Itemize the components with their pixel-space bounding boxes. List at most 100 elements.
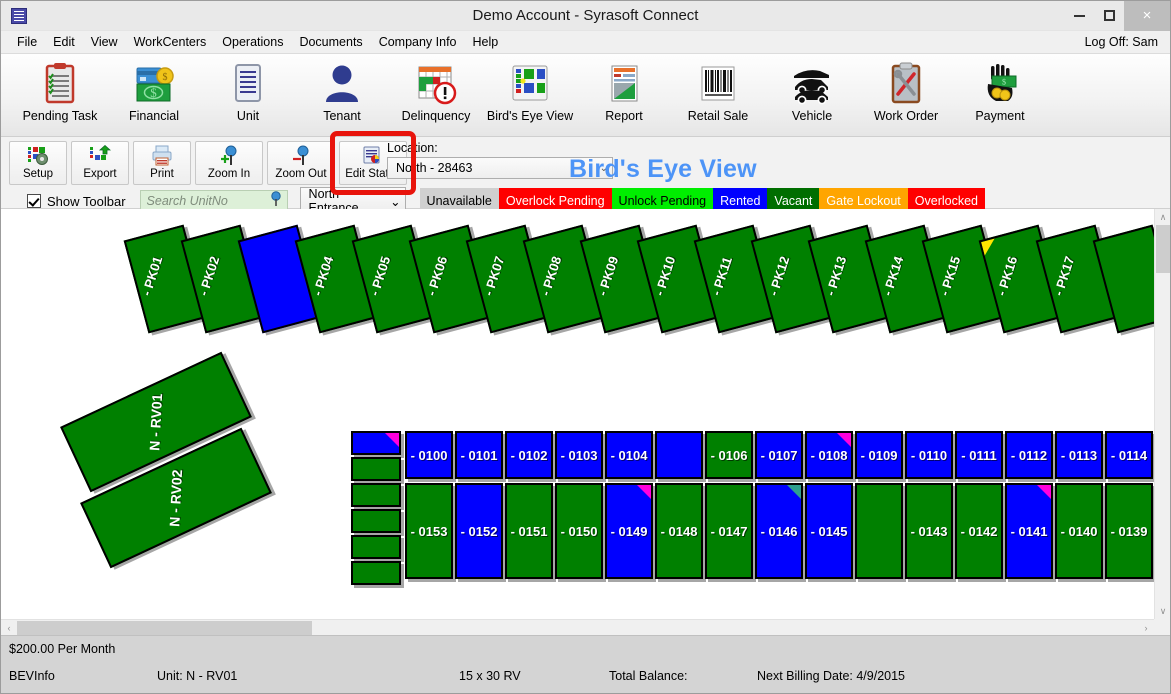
ribbon-button-unit[interactable]: Unit <box>201 54 295 134</box>
grid-unit[interactable] <box>655 431 703 479</box>
unit-label: - 0142 <box>960 523 998 539</box>
bev-map-canvas[interactable]: - PK01 - PK02 - PK04 - PK05 - PK06 - PK07 - PK… <box>1 209 1154 619</box>
grid-unit[interactable]: - 0150 <box>555 483 603 579</box>
grid-unit[interactable]: - 0113 <box>1055 431 1103 479</box>
setup-button[interactable]: Setup <box>9 141 67 185</box>
menu-item-company-info[interactable]: Company Info <box>371 33 465 51</box>
zoom-out-button[interactable]: Zoom Out <box>267 141 335 185</box>
status-bev-info: BEVInfo <box>9 669 55 683</box>
ribbon-button-report[interactable]: Report <box>577 54 671 134</box>
print-label: Print <box>150 168 174 180</box>
menu-item-edit[interactable]: Edit <box>45 33 83 51</box>
scroll-left-button[interactable]: ‹ <box>1 620 17 635</box>
ribbon-button-delinquency[interactable]: Delinquency <box>389 54 483 134</box>
maximize-button[interactable] <box>1094 1 1124 31</box>
grid-unit[interactable]: - 0148 <box>655 483 703 579</box>
grid-unit[interactable]: - 0149 <box>605 483 653 579</box>
grid-unit[interactable]: - 0102 <box>505 431 553 479</box>
grid-unit[interactable]: - 0145 <box>805 483 853 579</box>
grid-unit[interactable]: - 0143 <box>905 483 953 579</box>
grid-unit[interactable]: - 0151 <box>505 483 553 579</box>
grid-unit[interactable]: - 0103 <box>555 431 603 479</box>
unit-label: - 0143 <box>910 523 948 539</box>
lined-document-icon <box>226 62 270 106</box>
grid-unit[interactable]: - 0147 <box>705 483 753 579</box>
export-button[interactable]: Export <box>71 141 129 185</box>
small-unit[interactable] <box>351 535 401 559</box>
app-icon <box>11 7 27 24</box>
grid-unit[interactable]: - 0106 <box>705 431 753 479</box>
horizontal-scrollbar[interactable]: ‹ › <box>1 619 1154 635</box>
unit-label: - 0101 <box>460 447 498 463</box>
print-button[interactable]: Print <box>133 141 191 185</box>
export-label: Export <box>83 168 117 180</box>
vertical-scrollbar[interactable]: ∧ ∨ <box>1154 209 1170 619</box>
grid-unit[interactable]: - 0110 <box>905 431 953 479</box>
grid-unit[interactable]: - 0104 <box>605 431 653 479</box>
ribbon-button-retail-sale[interactable]: Retail Sale <box>671 54 765 134</box>
menu-item-file[interactable]: File <box>9 33 45 51</box>
clipboard-checklist-icon <box>38 62 82 106</box>
barcode-icon <box>696 62 740 106</box>
ribbon-button-pending-task[interactable]: Pending Task <box>13 54 107 134</box>
zoom-in-button[interactable]: Zoom In <box>195 141 263 185</box>
menu-item-workcenters[interactable]: WorkCenters <box>126 33 215 51</box>
unit-label: - PK16 <box>993 254 1021 298</box>
vertical-scroll-thumb[interactable] <box>1156 225 1170 273</box>
grid-unit[interactable]: - 0142 <box>955 483 1003 579</box>
unit-marker-magenta-icon <box>385 433 399 447</box>
scroll-up-button[interactable]: ∧ <box>1155 209 1170 225</box>
small-unit[interactable] <box>351 457 401 481</box>
scroll-right-button[interactable]: › <box>1138 620 1154 635</box>
show-toolbar-checkbox[interactable]: Show Toolbar <box>27 194 126 209</box>
site-map-icon <box>508 62 552 106</box>
menu-item-documents[interactable]: Documents <box>291 33 370 51</box>
ribbon-label: Bird's Eye View <box>486 109 574 123</box>
main-ribbon: Pending Task $ $ Financial Unit Tenant D… <box>1 54 1170 137</box>
menu-item-view[interactable]: View <box>83 33 126 51</box>
ribbon-button-vehicle[interactable]: Vehicle <box>765 54 859 134</box>
grid-unit[interactable]: - 0152 <box>455 483 503 579</box>
vehicle-icon <box>790 62 834 106</box>
unit-label: - 0103 <box>560 447 598 463</box>
unit-label: - 0102 <box>510 447 548 463</box>
ribbon-button-payment[interactable]: $ Payment <box>953 54 1047 134</box>
location-label: Location: <box>387 141 438 155</box>
unit-label: - 0140 <box>1060 523 1098 539</box>
ribbon-button-birds-eye-view[interactable]: Bird's Eye View <box>483 54 577 134</box>
zoom-in-label: Zoom In <box>207 168 251 180</box>
grid-unit[interactable]: - 0112 <box>1005 431 1053 479</box>
small-unit[interactable] <box>351 509 401 533</box>
application-window: Demo Account - Syrasoft Connect × File E… <box>0 0 1171 694</box>
grid-unit[interactable]: - 0141 <box>1005 483 1053 579</box>
grid-unit[interactable] <box>855 483 903 579</box>
unit-label: N - RV01 <box>146 392 166 452</box>
grid-unit[interactable]: - 0100 <box>405 431 453 479</box>
grid-unit[interactable]: - 0139 <box>1105 483 1153 579</box>
ribbon-button-financial[interactable]: $ $ Financial <box>107 54 201 134</box>
status-next-billing: Next Billing Date: 4/9/2015 <box>757 669 906 683</box>
grid-unit[interactable]: - 0146 <box>755 483 803 579</box>
unit-label: - PK17 <box>1050 254 1078 298</box>
grid-unit[interactable]: - 0108 <box>805 431 853 479</box>
grid-unit[interactable]: - 0101 <box>455 431 503 479</box>
grid-unit[interactable]: - 0153 <box>405 483 453 579</box>
grid-unit[interactable]: - 0140 <box>1055 483 1103 579</box>
menu-item-operations[interactable]: Operations <box>214 33 291 51</box>
close-button[interactable]: × <box>1124 0 1170 31</box>
small-unit[interactable] <box>351 561 401 585</box>
ribbon-button-tenant[interactable]: Tenant <box>295 54 389 134</box>
log-off-label[interactable]: Log Off: Sam <box>1085 35 1158 49</box>
grid-unit[interactable]: - 0109 <box>855 431 903 479</box>
grid-unit[interactable]: - 0111 <box>955 431 1003 479</box>
grid-unit[interactable]: - 0114 <box>1105 431 1153 479</box>
small-unit[interactable] <box>351 483 401 507</box>
grid-unit[interactable]: - 0107 <box>755 431 803 479</box>
checkbox-checked-icon <box>27 194 41 208</box>
scroll-down-button[interactable]: ∨ <box>1155 603 1170 619</box>
ribbon-button-work-order[interactable]: Work Order <box>859 54 953 134</box>
menu-item-help[interactable]: Help <box>465 33 507 51</box>
horizontal-scroll-thumb[interactable] <box>17 621 312 635</box>
small-unit[interactable] <box>351 431 401 455</box>
minimize-button[interactable] <box>1064 1 1094 31</box>
